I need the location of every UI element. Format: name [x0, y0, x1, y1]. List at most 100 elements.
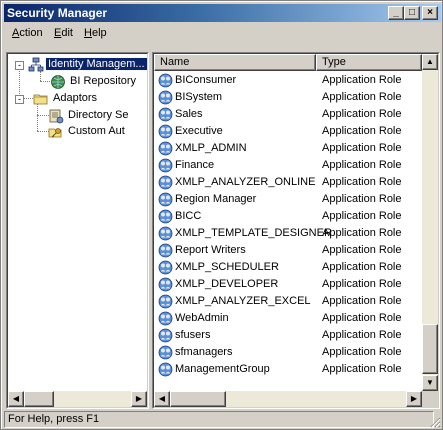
list-header: Name Type	[154, 54, 422, 71]
list-item[interactable]: Report Writers Application Role	[154, 242, 422, 259]
list-item[interactable]: WebAdmin Application Role	[154, 310, 422, 327]
application-role-icon	[158, 124, 173, 139]
list-item-type: Application Role	[322, 329, 402, 341]
list-pane: Name Type BIConsumer Application Role BISy…	[152, 52, 440, 409]
tree-item-custom-authenticator[interactable]: Custom Aut	[8, 124, 147, 140]
tree-pane: - Identity Managem... BI Repository - Ad…	[6, 52, 149, 409]
list-item-name: BISystem	[175, 91, 223, 103]
list-item[interactable]: Finance Application Role	[154, 157, 422, 174]
scroll-left-button[interactable]: ◀	[154, 391, 170, 407]
list-item[interactable]: XMLP_ANALYZER_EXCEL Application Role	[154, 293, 422, 310]
list-item[interactable]: sfusers Application Role	[154, 327, 422, 344]
close-button[interactable]: ×	[422, 6, 438, 20]
list-item-type: Application Role	[322, 74, 402, 86]
folder-icon	[33, 94, 48, 105]
title-bar[interactable]: Security Manager _ □ ×	[4, 4, 441, 22]
list-item-type: Application Role	[322, 346, 402, 358]
list-item-name: XMLP_ANALYZER_ONLINE	[175, 176, 316, 188]
scroll-right-button[interactable]: ▶	[406, 391, 422, 407]
menu-edit[interactable]: Edit	[54, 27, 73, 39]
list-item[interactable]: Executive Application Role	[154, 123, 422, 140]
list-item[interactable]: BIConsumer Application Role	[154, 72, 422, 89]
list-item-type: Application Role	[322, 142, 402, 154]
menu-help[interactable]: Help	[84, 27, 107, 39]
list-item[interactable]: XMLP_TEMPLATE_DESIGNER Application Role	[154, 225, 422, 242]
menu-action[interactable]: Action	[12, 27, 43, 39]
scroll-corner	[422, 391, 438, 407]
collapse-icon[interactable]: -	[15, 61, 24, 70]
column-header-name[interactable]: Name	[154, 54, 316, 71]
list-item-name: XMLP_DEVELOPER	[175, 278, 279, 290]
tree-label-custom-authenticator: Custom Aut	[68, 125, 125, 137]
tree-item-directory-server[interactable]: Directory Se	[8, 108, 147, 124]
maximize-button[interactable]: □	[404, 6, 420, 20]
application-role-icon	[158, 294, 173, 309]
scroll-down-button[interactable]: ▼	[422, 375, 438, 391]
tree-item-adaptors[interactable]: - Adaptors	[8, 91, 147, 107]
window-title: Security Manager	[7, 6, 108, 20]
tree-item-identity-management[interactable]: - Identity Managem...	[8, 57, 147, 73]
list-item[interactable]: XMLP_DEVELOPER Application Role	[154, 276, 422, 293]
security-manager-window: Security Manager _ □ × Action Edit Help …	[0, 0, 443, 430]
key-folder-icon	[48, 128, 62, 138]
scroll-up-button[interactable]: ▲	[422, 54, 438, 70]
list-item-name: BIConsumer	[175, 74, 237, 86]
list-item[interactable]: Region Manager Application Role	[154, 191, 422, 208]
list-item-name: XMLP_TEMPLATE_DESIGNER	[175, 227, 332, 239]
application-role-icon	[158, 73, 173, 88]
list-item-name: sfusers	[175, 329, 211, 341]
list-item-type: Application Role	[322, 210, 402, 222]
application-role-icon	[158, 90, 173, 105]
application-role-icon	[158, 277, 173, 292]
list-item-type: Application Role	[322, 91, 402, 103]
application-role-icon	[158, 362, 173, 377]
resize-grip-icon[interactable]	[429, 416, 441, 428]
application-role-icon	[158, 226, 173, 241]
list-item[interactable]: XMLP_SCHEDULER Application Role	[154, 259, 422, 276]
list-item-type: Application Role	[322, 278, 402, 290]
list-item-name: XMLP_ANALYZER_EXCEL	[175, 295, 311, 307]
list-item-name: Region Manager	[175, 193, 257, 205]
list-horizontal-scrollbar[interactable]: ◀ ▶	[154, 391, 422, 407]
list-item-name: XMLP_SCHEDULER	[175, 261, 279, 273]
list-item-name: sfmanagers	[175, 346, 233, 358]
application-role-icon	[158, 141, 173, 156]
scroll-left-button[interactable]: ◀	[8, 391, 24, 407]
list-vertical-scrollbar[interactable]: ▲ ▼	[422, 54, 438, 391]
list-item[interactable]: ManagementGroup Application Role	[154, 361, 422, 378]
list-item-name: XMLP_ADMIN	[175, 142, 247, 154]
globe-database-icon	[51, 75, 65, 89]
tree-item-bi-repository[interactable]: BI Repository	[8, 74, 147, 90]
application-role-icon	[158, 311, 173, 326]
tree-horizontal-scrollbar[interactable]: ◀ ▶	[8, 391, 147, 407]
list-item-type: Application Role	[322, 227, 402, 239]
list-item-name: Finance	[175, 159, 215, 171]
list-item-name: ManagementGroup	[175, 363, 270, 375]
list-item-type: Application Role	[322, 312, 402, 324]
tree-view[interactable]: - Identity Managem... BI Repository - Ad…	[8, 54, 147, 391]
collapse-icon[interactable]: -	[15, 95, 24, 104]
minimize-button[interactable]: _	[388, 6, 404, 20]
list-item-type: Application Role	[322, 159, 402, 171]
list-item[interactable]: XMLP_ADMIN Application Role	[154, 140, 422, 157]
scroll-right-button[interactable]: ▶	[131, 391, 147, 407]
list-item-type: Application Role	[322, 176, 402, 188]
scroll-thumb[interactable]	[170, 391, 226, 407]
list-item-type: Application Role	[322, 125, 402, 137]
application-role-icon	[158, 175, 173, 190]
column-header-type[interactable]: Type	[316, 54, 422, 71]
list-item[interactable]: Sales Application Role	[154, 106, 422, 123]
directory-server-icon	[49, 109, 64, 124]
list-item-name: Report Writers	[175, 244, 246, 256]
list-item-type: Application Role	[322, 108, 402, 120]
list-item[interactable]: XMLP_ANALYZER_ONLINE Application Role	[154, 174, 422, 191]
scroll-thumb[interactable]	[24, 391, 54, 407]
list-item[interactable]: BICC Application Role	[154, 208, 422, 225]
application-role-icon	[158, 345, 173, 360]
scroll-thumb[interactable]	[422, 324, 438, 374]
list-view[interactable]: BIConsumer Application Role BISystem Applic…	[154, 71, 422, 391]
list-item[interactable]: sfmanagers Application Role	[154, 344, 422, 361]
list-item[interactable]: BISystem Application Role	[154, 89, 422, 106]
application-role-icon	[158, 158, 173, 173]
list-item-type: Application Role	[322, 193, 402, 205]
